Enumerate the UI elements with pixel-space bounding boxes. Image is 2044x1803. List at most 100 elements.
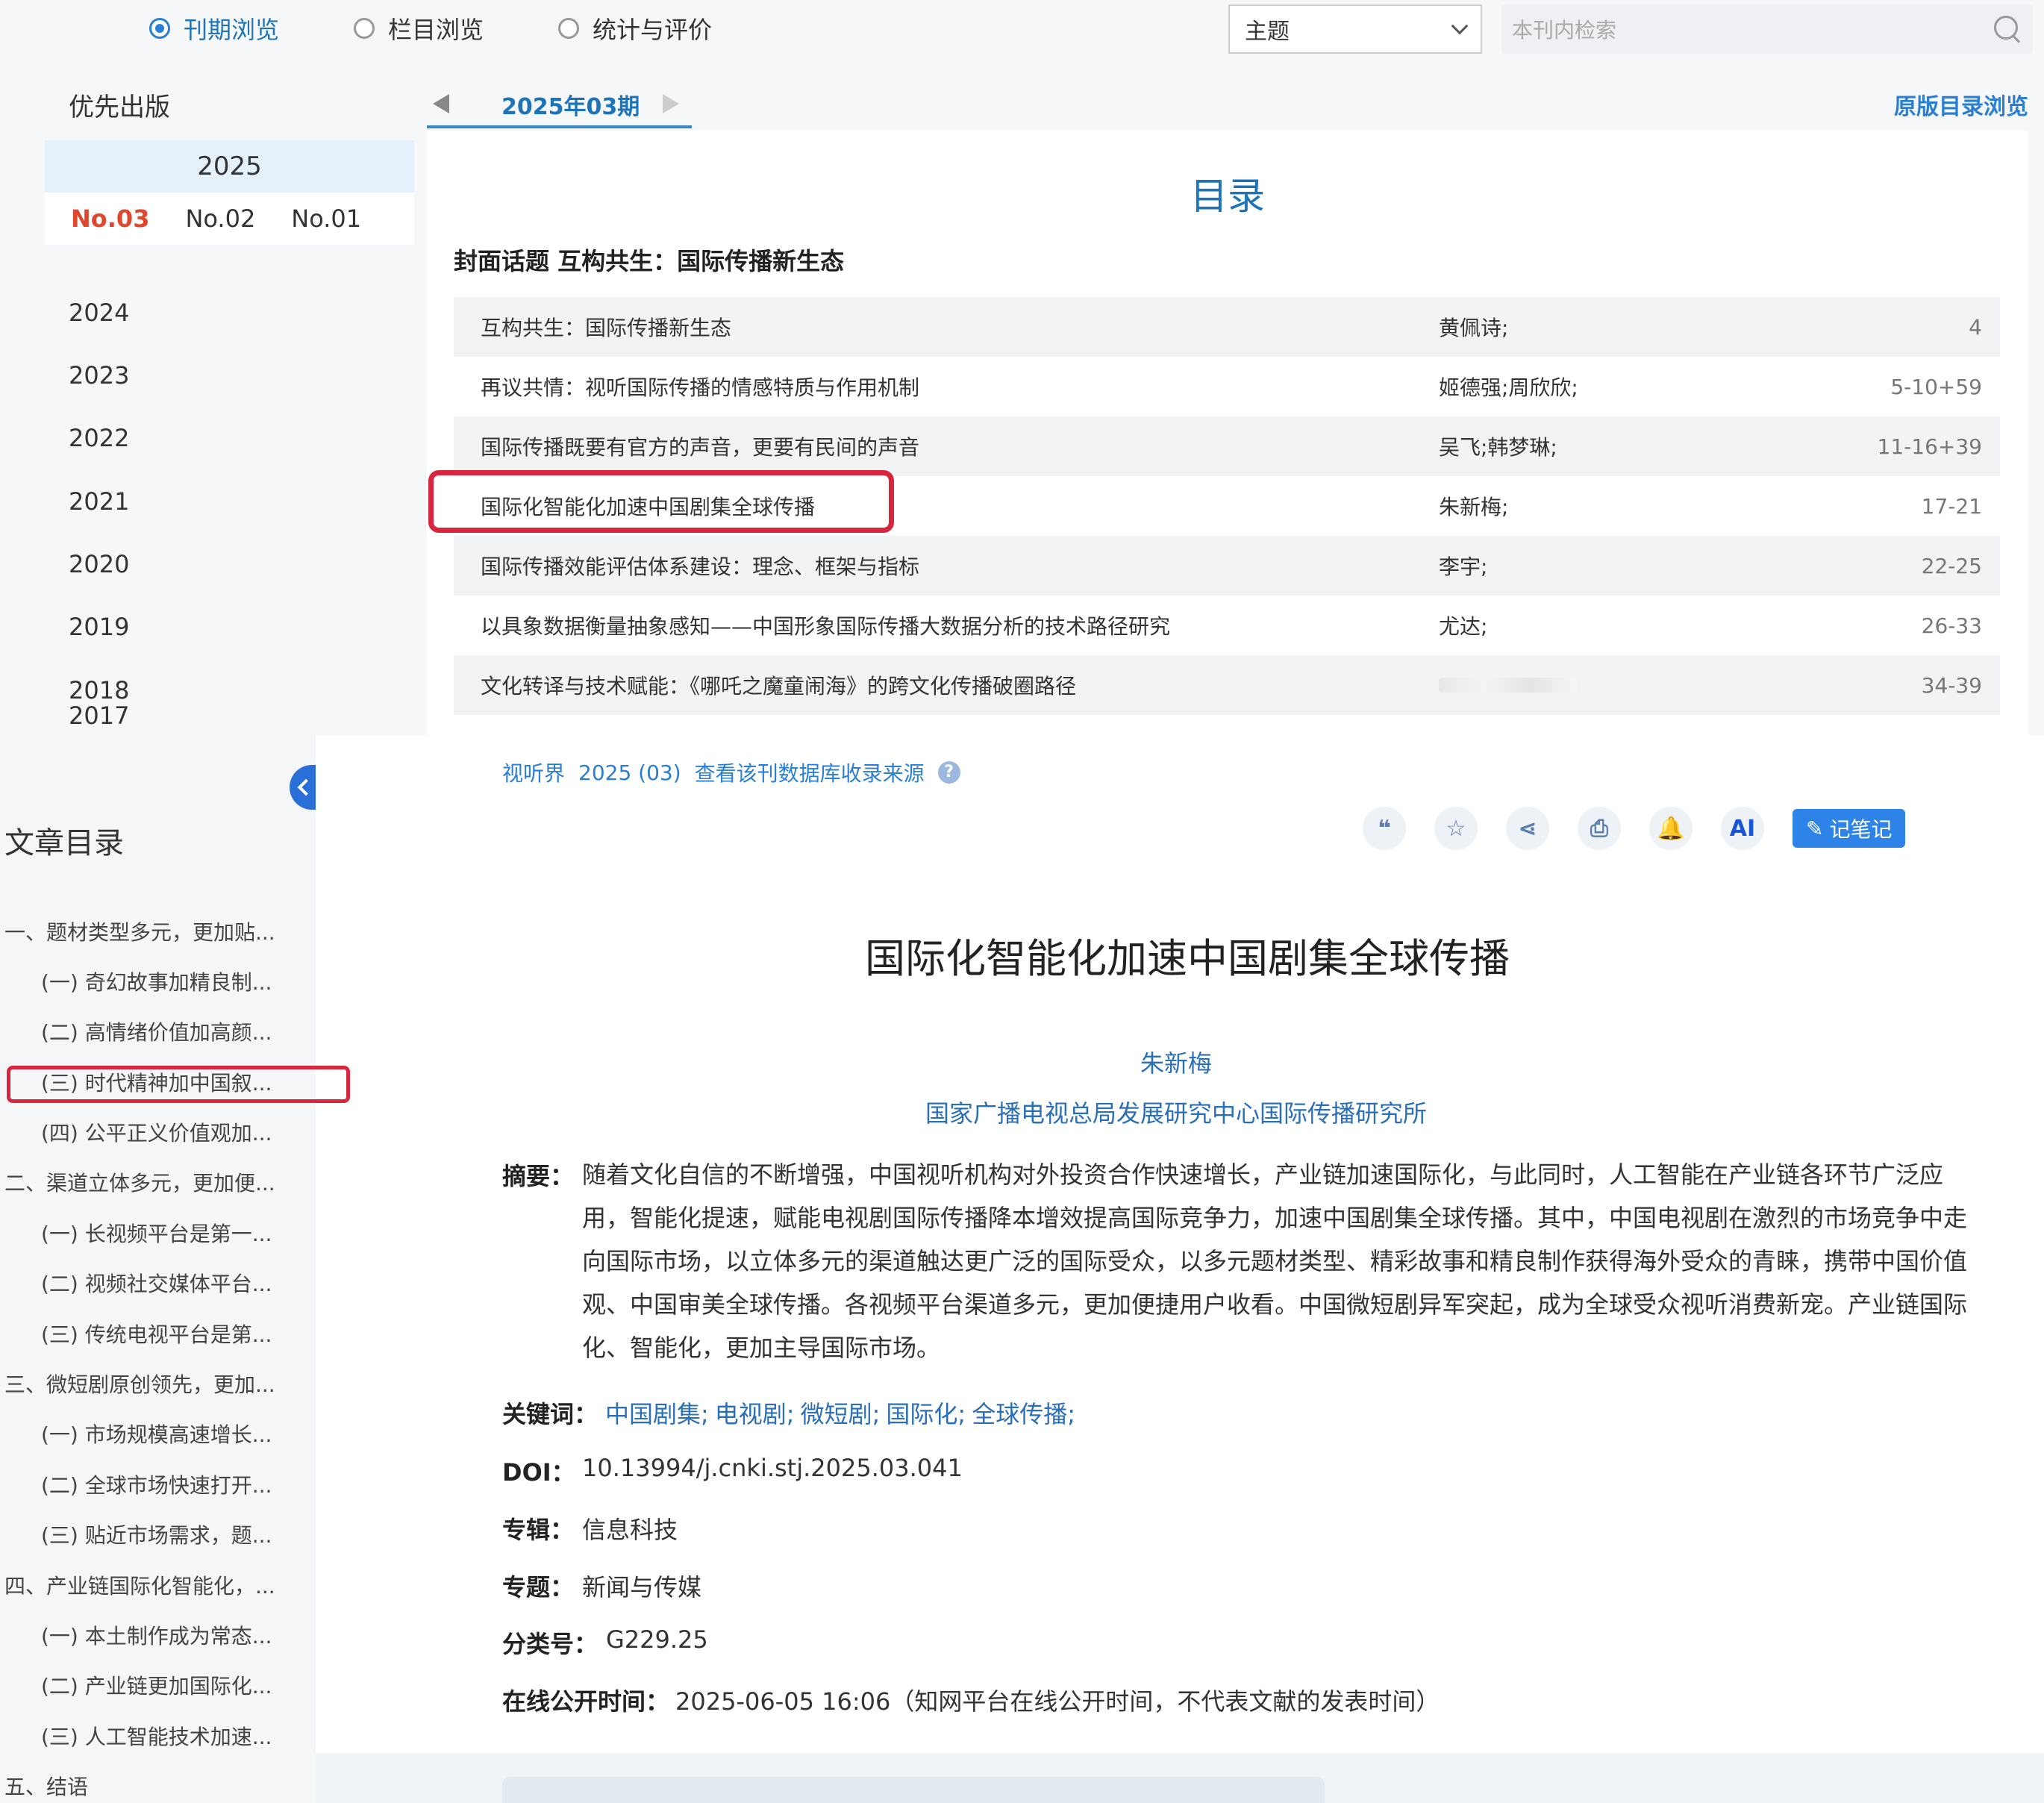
- toc-article-author[interactable]: 吴飞;韩梦琳;: [1439, 431, 1557, 461]
- search-icon[interactable]: [1993, 14, 2022, 44]
- doi-value: 10.13994/j.cnki.stj.2025.03.041: [582, 1454, 963, 1482]
- toc-article-pages: 17-21: [1921, 493, 1982, 519]
- toc-row[interactable]: 国际传播效能评估体系建设：理念、框架与指标 李宇; 22-25: [454, 536, 2000, 596]
- priority-publish-link[interactable]: 优先出版: [69, 87, 170, 123]
- source-link[interactable]: 查看该刊数据库收录来源: [695, 757, 925, 787]
- outline-item[interactable]: (一) 奇幻故事加精良制...: [41, 966, 272, 996]
- quote-icon[interactable]: ❝: [1363, 807, 1406, 850]
- online-time-value: 2025-06-05 16:06（知网平台在线公开时间，不代表文献的发表时间）: [675, 1687, 1440, 1716]
- toc-row[interactable]: 国际传播既要有官方的声音，更要有民间的声音 吴飞;韩梦琳; 11-16+39: [454, 416, 2000, 476]
- keyword-link[interactable]: 中国剧集;: [605, 1396, 709, 1430]
- radio-empty-icon: [354, 18, 375, 39]
- take-note-button[interactable]: ✎ 记笔记: [1793, 809, 1906, 848]
- year-item-2025[interactable]: 2025: [45, 140, 414, 193]
- year-item[interactable]: 2024: [69, 299, 129, 327]
- issue-link[interactable]: 2025 (03): [578, 760, 681, 785]
- journal-link[interactable]: 视听界: [502, 757, 565, 787]
- year-item[interactable]: 2020: [69, 550, 129, 578]
- year-item[interactable]: 2019: [69, 613, 129, 641]
- toc-article-title[interactable]: 互构共生：国际传播新生态: [481, 312, 731, 342]
- toc-article-author[interactable]: 黄佩诗;: [1439, 312, 1508, 342]
- star-icon[interactable]: ☆: [1434, 807, 1478, 850]
- toc-article-author[interactable]: 尤达;: [1439, 610, 1487, 640]
- collapse-outline-button[interactable]: [290, 765, 316, 810]
- year-item[interactable]: 2023: [69, 361, 129, 390]
- doi-label: DOI：: [502, 1458, 575, 1487]
- keyword-link[interactable]: 全球传播;: [972, 1396, 1075, 1430]
- toc-box: 目录 封面话题 互构共生：国际传播新生态 互构共生：国际传播新生态 黄佩诗; 4…: [427, 131, 2028, 735]
- toc-article-author[interactable]: 朱新梅;: [1439, 491, 1508, 521]
- toc-article-title[interactable]: 国际传播既要有官方的声音，更要有民间的声音: [481, 431, 919, 461]
- outline-item[interactable]: (二) 全球市场快速打开...: [41, 1469, 272, 1499]
- year-sidebar: 优先出版 2025 No.03 No.02 No.01 2024 2023 20…: [45, 82, 414, 735]
- toc-article-title[interactable]: 国际传播效能评估体系建设：理念、框架与指标: [481, 551, 919, 581]
- issue-list: No.03 No.02 No.01: [45, 193, 414, 245]
- year-item[interactable]: 2017: [69, 701, 129, 730]
- highlight-box-toc: [428, 470, 894, 533]
- radio-label: 栏目浏览: [388, 16, 484, 44]
- outline-item[interactable]: (一) 本土制作成为常态...: [41, 1620, 272, 1650]
- outline-item[interactable]: 四、产业链国际化智能化，...: [4, 1570, 275, 1600]
- print-icon[interactable]: ⎙: [1578, 807, 1621, 850]
- outline-item[interactable]: (三) 传统电视平台是第...: [41, 1319, 272, 1349]
- article-detail-panel: 文章目录 一、题材类型多元，更加贴... (一) 奇幻故事加精良制... (二)…: [0, 735, 2044, 1803]
- outline-item[interactable]: (一) 长视频平台是第一...: [41, 1218, 272, 1248]
- outline-item[interactable]: (二) 视频社交媒体平台...: [41, 1268, 272, 1298]
- toc-title: 目录: [1190, 175, 1265, 218]
- prev-issue-arrow-icon[interactable]: [433, 94, 449, 113]
- year-item[interactable]: 2021: [69, 487, 129, 516]
- section-heading: 封面话题 互构共生：国际传播新生态: [454, 247, 845, 275]
- toc-article-author[interactable]: 姬德强;周欣欣;: [1439, 372, 1578, 401]
- radio-stats-eval[interactable]: 统计与评价: [558, 11, 712, 46]
- outline-item[interactable]: (三) 人工智能技术加速...: [41, 1721, 272, 1751]
- toc-article-pages: 34-39: [1921, 672, 1982, 698]
- search-scope-value: 主题: [1245, 19, 1290, 45]
- tab-current-issue[interactable]: 2025年03期: [501, 88, 640, 121]
- issue-item[interactable]: No.02: [185, 204, 255, 233]
- toc-article-title[interactable]: 以具象数据衡量抽象感知——中国形象国际传播大数据分析的技术路径研究: [481, 610, 1170, 640]
- keyword-link[interactable]: 国际化;: [886, 1396, 966, 1430]
- author-link[interactable]: 朱新梅: [316, 1045, 2037, 1079]
- keyword-link[interactable]: 电视剧;: [715, 1396, 795, 1430]
- toc-row[interactable]: 文化转译与技术赋能：《哪吒之魔童闹海》的跨文化传播破圈路径 34-39: [454, 655, 2000, 715]
- year-item[interactable]: 2022: [69, 424, 129, 452]
- search-placeholder: 本刊内检索: [1512, 18, 1617, 43]
- keyword-link[interactable]: 微短剧;: [801, 1396, 881, 1430]
- toc-row[interactable]: 以具象数据衡量抽象感知——中国形象国际传播大数据分析的技术路径研究 尤达; 26…: [454, 596, 2000, 655]
- chevron-down-icon: [1451, 17, 1469, 35]
- outline-item[interactable]: 五、结语: [4, 1771, 88, 1801]
- radio-selected-icon: [149, 18, 170, 39]
- outline-item[interactable]: 二、渠道立体多元，更加便...: [4, 1167, 275, 1197]
- outline-item[interactable]: (三) 贴近市场需求，题...: [41, 1519, 272, 1549]
- ai-icon[interactable]: AI: [1721, 807, 1764, 850]
- outline-item[interactable]: (二) 高情绪价值加高颜...: [41, 1016, 272, 1046]
- toc-article-title[interactable]: 再议共情：视听国际传播的情感特质与作用机制: [481, 372, 919, 401]
- year-item[interactable]: 2018: [69, 676, 129, 704]
- issue-item[interactable]: No.01: [291, 204, 361, 233]
- original-toc-link[interactable]: 原版目录浏览: [1894, 88, 2028, 121]
- toc-article-title[interactable]: 文化转译与技术赋能：《哪吒之魔童闹海》的跨文化传播破圈路径: [481, 670, 1076, 700]
- outline-item[interactable]: 一、题材类型多元，更加贴...: [4, 916, 275, 946]
- search-scope-select[interactable]: 主题: [1228, 4, 1482, 54]
- journal-search-input[interactable]: 本刊内检索: [1501, 4, 2033, 54]
- bell-icon[interactable]: 🔔: [1649, 807, 1693, 850]
- radio-column-browse[interactable]: 栏目浏览: [354, 11, 484, 46]
- issue-item-current[interactable]: No.03: [71, 204, 149, 233]
- outline-item[interactable]: (一) 市场规模高速增长...: [41, 1419, 272, 1449]
- radio-issue-browse[interactable]: 刊期浏览: [149, 11, 279, 46]
- help-icon[interactable]: ?: [937, 761, 960, 784]
- institution-link[interactable]: 国家广播电视总局发展研究中心国际传播研究所: [316, 1095, 2037, 1129]
- next-issue-arrow-icon[interactable]: [663, 94, 679, 113]
- toc-article-pages: 4: [1969, 314, 1982, 340]
- toc-article-pages: 5-10+59: [1890, 374, 1982, 399]
- outline-item[interactable]: (二) 产业链更加国际化...: [41, 1670, 272, 1700]
- toc-row[interactable]: 再议共情：视听国际传播的情感特质与作用机制 姬德强;周欣欣; 5-10+59: [454, 357, 2000, 416]
- toc-row[interactable]: 互构共生：国际传播新生态 黄佩诗; 4: [454, 297, 2000, 357]
- class-label: 分类号：: [502, 1630, 598, 1658]
- issue-tabs: 2025年03期 原版目录浏览: [427, 82, 2043, 128]
- toc-article-author[interactable]: 李宇;: [1439, 551, 1487, 581]
- topic-value: 新闻与传媒: [582, 1573, 702, 1602]
- outline-item[interactable]: 三、微短剧原创领先，更加...: [4, 1369, 275, 1399]
- share-icon[interactable]: ⋖: [1506, 807, 1549, 850]
- outline-item[interactable]: (四) 公平正义价值观加...: [41, 1117, 272, 1147]
